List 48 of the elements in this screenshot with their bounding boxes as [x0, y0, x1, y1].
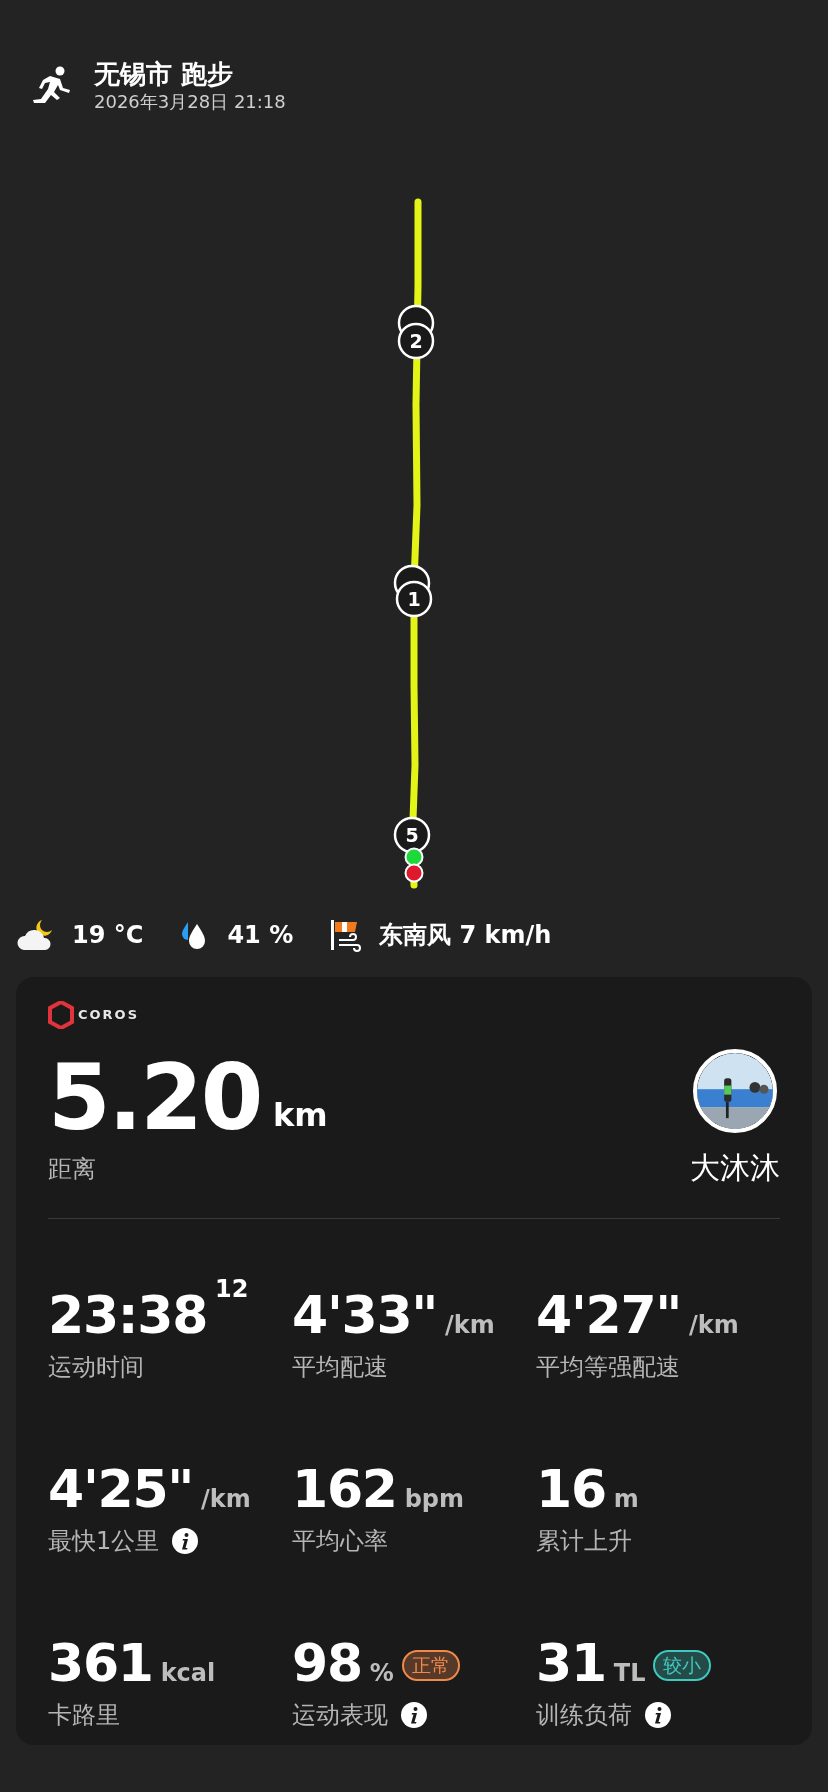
lap-marker: 2 [397, 322, 435, 360]
stat-value: 361 [48, 1637, 153, 1689]
status-badge: 较小 [653, 1650, 712, 1681]
distance-value: 5.20 [48, 1053, 262, 1143]
end-point [404, 863, 424, 883]
stat-unit: kcal [160, 1661, 216, 1685]
stat-label: 平均等强配速 [536, 1352, 680, 1383]
user-name: 大沐沐 [690, 1149, 780, 1187]
windsock-icon [329, 918, 364, 952]
stat-value: 4'27" [536, 1289, 682, 1341]
info-icon[interactable] [400, 1701, 428, 1729]
stat-unit: /km [445, 1313, 495, 1337]
stat-label: 运动表现 [292, 1700, 388, 1731]
stat-value: 4'25" [48, 1463, 194, 1515]
stat-label: 运动时间 [48, 1352, 144, 1383]
temperature: 19 °C [72, 920, 144, 951]
status-badge: 正常 [401, 1650, 460, 1681]
distance-label: 距离 [48, 1154, 97, 1185]
humidity: 41 % [227, 920, 294, 951]
stat-seconds: 12 [215, 1277, 249, 1301]
stat-value: 23:38 [48, 1289, 208, 1341]
stat-value: 16 [536, 1463, 606, 1515]
stat-label: 平均心率 [292, 1526, 388, 1557]
info-icon[interactable] [644, 1701, 672, 1729]
lap-marker: 5 [393, 816, 431, 854]
stat-value: 4'33" [292, 1289, 438, 1341]
wind: 东南风 7 km/h [379, 920, 552, 951]
stat-label: 最快1公里 [48, 1526, 160, 1557]
info-icon[interactable] [171, 1527, 200, 1555]
stat-unit: m [613, 1487, 639, 1511]
stat-value: 31 [536, 1637, 606, 1689]
brand-name: COROS [78, 1006, 140, 1025]
stat-value: 98 [292, 1637, 362, 1689]
stat-unit: % [369, 1661, 394, 1685]
stat-label: 训练负荷 [536, 1700, 632, 1731]
stat-unit: TL [613, 1661, 646, 1685]
stat-unit: bpm [404, 1487, 465, 1511]
stat-unit: /km [689, 1313, 739, 1337]
stat-value: 162 [292, 1463, 397, 1515]
lap-marker: 1 [395, 580, 433, 618]
brand-logo-icon [48, 1001, 74, 1029]
activity-title: 无锡市 跑步 [94, 58, 235, 91]
stat-unit: /km [201, 1487, 251, 1511]
stat-label: 累计上升 [536, 1526, 632, 1557]
stat-label: 卡路里 [48, 1700, 120, 1731]
distance-unit: km [273, 1095, 328, 1136]
activity-datetime: 2026年3月28日 21:18 [94, 90, 286, 113]
stat-label: 平均配速 [292, 1352, 388, 1383]
